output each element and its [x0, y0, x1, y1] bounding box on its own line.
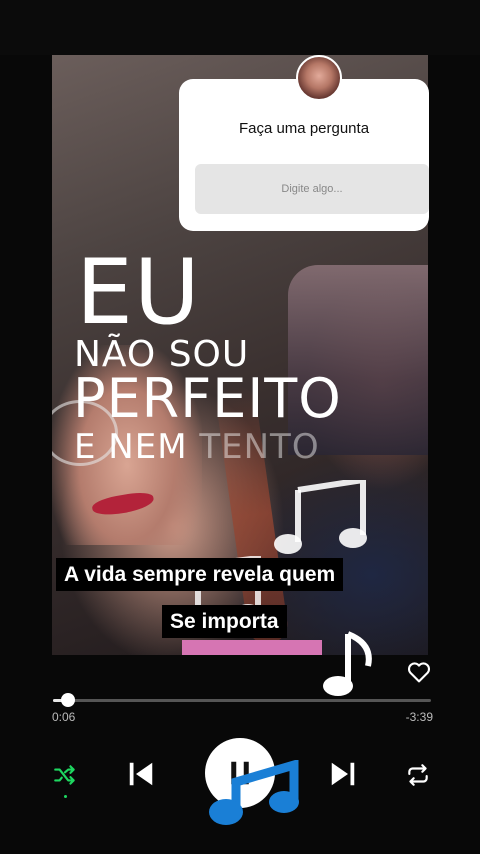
shirt — [182, 640, 322, 655]
next-icon — [331, 762, 355, 786]
music-note-icon — [268, 476, 378, 564]
shuffle-icon — [54, 765, 75, 785]
caption-line-2: Se importa — [162, 605, 287, 638]
overlay-text-tento: TENTO — [199, 427, 320, 467]
heart-icon[interactable] — [405, 658, 433, 686]
question-title: Faça uma pergunta — [238, 120, 370, 137]
remaining-time: -3:39 — [405, 710, 433, 724]
elapsed-time: 0:06 — [52, 710, 76, 724]
music-note-icon — [318, 628, 388, 702]
blue-music-note-icon — [206, 758, 306, 834]
overlay-text-eu: EU — [76, 240, 201, 345]
overlay-text-e-nem: E NEM — [74, 427, 200, 467]
progress-handle[interactable] — [61, 693, 75, 707]
previous-button[interactable] — [126, 759, 156, 789]
overlay-text-perfeito: PERFEITO — [73, 367, 342, 430]
progress-bar[interactable] — [53, 699, 431, 702]
question-input[interactable]: Digite algo... — [195, 164, 429, 214]
overlay-text-e-nem-tento: E NEM TENTO — [74, 430, 320, 464]
repeat-button[interactable] — [405, 762, 431, 788]
shuffle-active-dot — [64, 795, 67, 798]
caption-line-1: A vida sempre revela quem — [56, 558, 344, 591]
avatar — [296, 55, 342, 101]
repeat-icon — [408, 764, 428, 786]
next-button[interactable] — [328, 759, 358, 789]
shuffle-button[interactable] — [52, 762, 78, 788]
previous-icon — [129, 762, 153, 786]
top-bar — [0, 0, 480, 55]
